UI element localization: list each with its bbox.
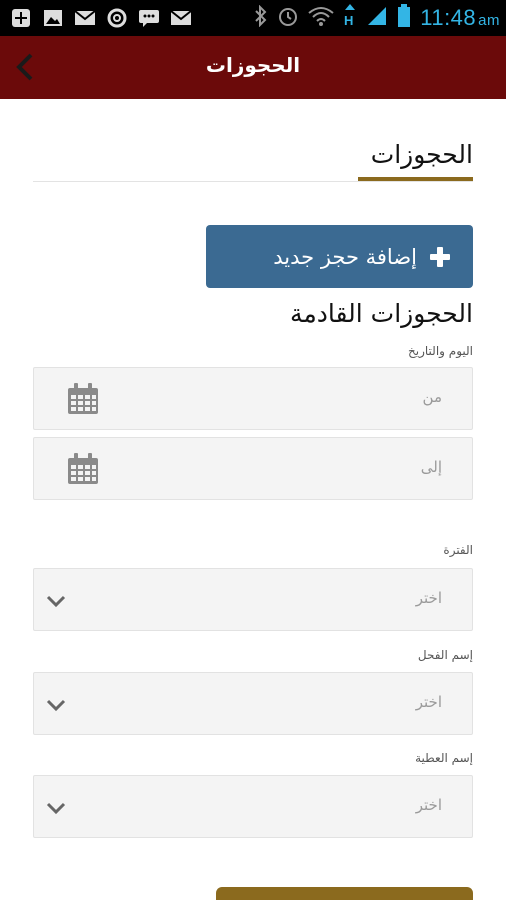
date-to-placeholder: إلى [420,458,442,476]
stallion-select-value: اختر [415,693,442,711]
chat-icon [138,7,160,29]
app-bar-title: الحجوزات [205,53,301,77]
app-bar: الحجوزات [0,36,506,99]
status-bar: H 11:48 am [0,0,506,36]
system-icons: H 11:48 am [254,4,500,32]
chevron-down-icon [46,802,66,815]
bluetooth-icon [254,4,268,31]
clock-time: 11:48 [420,5,477,30]
date-from-field[interactable]: من [33,367,473,430]
image-icon [42,7,64,29]
svg-text:H: H [344,13,353,28]
period-select-value: اختر [415,589,442,607]
alarm-icon [277,5,299,31]
search-button[interactable] [216,887,473,900]
mail-icon [74,7,96,29]
page-title: الحجوزات [370,140,473,169]
stallion-select[interactable]: اختر [33,672,473,735]
mail-icon [170,7,192,29]
mare-select[interactable]: اختر [33,775,473,838]
plus-icon [429,246,451,268]
add-booking-label: إضافة حجز جديد [273,244,417,269]
calendar-icon[interactable] [66,382,100,416]
lifebuoy-icon [106,7,128,29]
clock-ampm: am [478,12,500,29]
stallion-label: إسم الفحل [417,648,473,662]
wifi-icon [308,5,334,31]
mare-label: إسم العطية [415,751,473,765]
date-from-placeholder: من [422,388,442,406]
period-label: الفترة [443,543,473,557]
battery-icon [397,4,411,32]
divider [33,181,473,182]
mare-select-value: اختر [415,796,442,814]
add-booking-button[interactable]: إضافة حجز جديد [206,225,473,288]
date-label: اليوم والتاريخ [408,344,473,358]
upcoming-bookings-title: الحجوزات القادمة [289,299,473,328]
period-select[interactable]: اختر [33,568,473,631]
clock: 11:48 am [420,5,500,31]
date-to-field[interactable]: إلى [33,437,473,500]
signal-icon [366,5,388,31]
chevron-down-icon [46,699,66,712]
add-notification-icon [10,7,32,29]
calendar-icon[interactable] [66,452,100,486]
chevron-down-icon [46,595,66,608]
notification-icons [10,7,192,29]
hspa-icon: H [343,4,357,32]
